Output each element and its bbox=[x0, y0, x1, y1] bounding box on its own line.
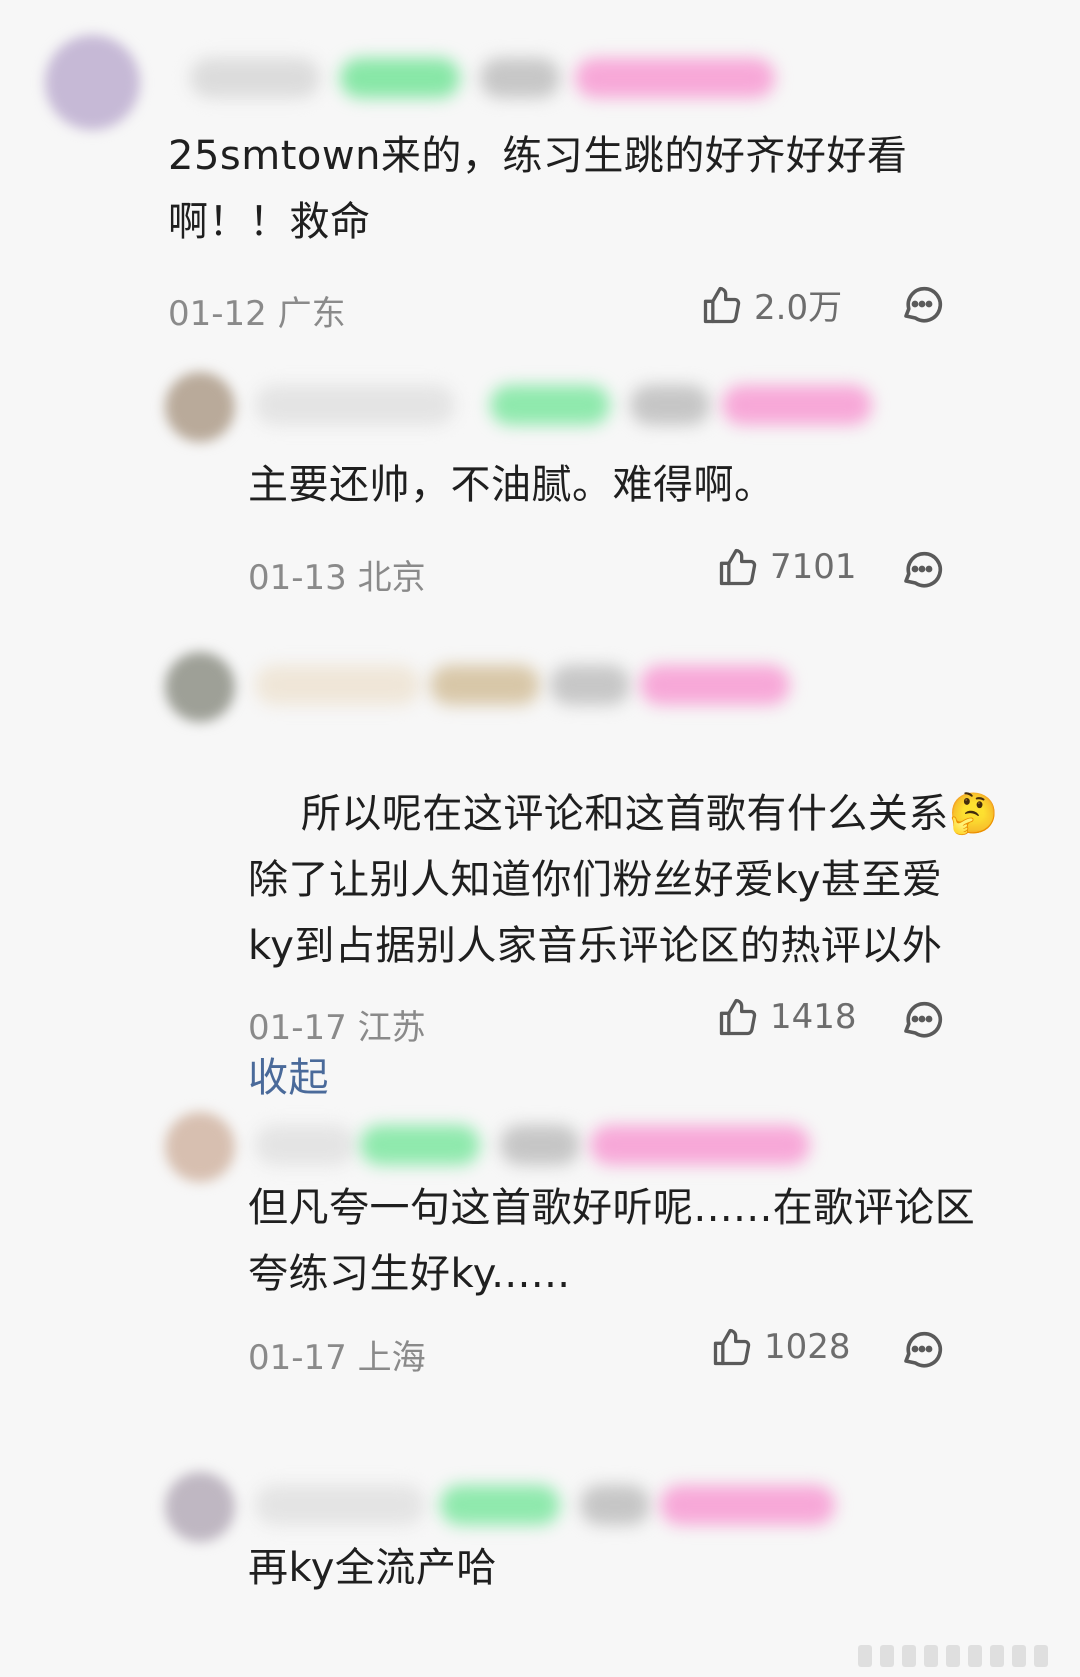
comment-region: 北京 bbox=[357, 558, 426, 598]
chat-bubble-icon bbox=[898, 280, 946, 328]
thumbs-up-icon bbox=[700, 283, 744, 327]
comment-item: 但凡夸一句这首歌好听呢......在歌评论区 夸练习生好ky...... 01-… bbox=[0, 1080, 1080, 1440]
like-button[interactable]: 1028 bbox=[710, 1325, 851, 1369]
badge-redacted bbox=[490, 385, 610, 425]
comment-region: 广东 bbox=[277, 294, 346, 334]
thumbs-up-icon bbox=[716, 995, 760, 1039]
comment-text: 主要还帅，不油腻。难得啊。 bbox=[248, 462, 775, 508]
badge-redacted bbox=[580, 1485, 650, 1525]
comment-meta: 01-17 上海 bbox=[248, 1330, 426, 1379]
comment-region: 上海 bbox=[357, 1338, 426, 1378]
like-button[interactable]: 1418 bbox=[716, 995, 857, 1039]
username-redacted bbox=[190, 58, 320, 98]
like-count: 1028 bbox=[764, 1327, 851, 1367]
badge-redacted bbox=[340, 58, 460, 98]
like-count: 1418 bbox=[770, 997, 857, 1037]
like-button[interactable]: 7101 bbox=[716, 545, 857, 589]
avatar[interactable] bbox=[165, 1472, 235, 1542]
comment-date: 01-12 bbox=[168, 294, 267, 334]
comment-meta: 01-17 江苏 bbox=[248, 1000, 426, 1049]
reply-button[interactable] bbox=[898, 995, 946, 1043]
username-redacted bbox=[255, 1125, 355, 1165]
like-count: 2.0万 bbox=[754, 288, 843, 328]
reply-button[interactable] bbox=[898, 280, 946, 328]
username-redacted bbox=[255, 665, 420, 705]
comment-date: 01-17 bbox=[248, 1008, 347, 1048]
avatar[interactable] bbox=[165, 652, 235, 722]
reply-button[interactable] bbox=[898, 1325, 946, 1373]
comment-date: 01-17 bbox=[248, 1338, 347, 1378]
comment-text: 但凡夸一句这首歌好听呢......在歌评论区 夸练习生好ky...... bbox=[248, 1185, 976, 1297]
badge-redacted bbox=[630, 385, 710, 425]
thumbs-up-icon bbox=[710, 1325, 754, 1369]
badge-redacted bbox=[640, 665, 790, 705]
username-redacted bbox=[255, 385, 455, 425]
badge-redacted bbox=[480, 58, 560, 98]
chat-bubble-icon bbox=[898, 995, 946, 1043]
reply-button[interactable] bbox=[898, 545, 946, 593]
thumbs-up-icon bbox=[716, 545, 760, 589]
comment-item: 主要还帅，不油腻。难得啊。 01-13 北京 7101 bbox=[0, 340, 1080, 620]
comment-item: 再ky全流产哈 bbox=[0, 1440, 1080, 1677]
comment-meta: 01-13 北京 bbox=[248, 550, 426, 599]
badge-redacted bbox=[590, 1125, 810, 1165]
like-button[interactable]: 2.0万 bbox=[700, 280, 842, 329]
avatar[interactable] bbox=[165, 372, 235, 442]
badge-redacted bbox=[722, 385, 872, 425]
badge-redacted bbox=[575, 58, 775, 98]
badge-redacted bbox=[660, 1485, 835, 1525]
chat-bubble-icon bbox=[898, 545, 946, 593]
bottom-scroll-indicator bbox=[858, 1645, 1068, 1667]
badge-redacted bbox=[500, 1125, 580, 1165]
comment-text: 再ky全流产哈 bbox=[248, 1545, 497, 1591]
username-redacted bbox=[255, 1485, 425, 1525]
comment-item: 所以呢在这评论和这首歌有什么关系🤔 除了让别人知道你们粉丝好爱ky甚至爱 ky到… bbox=[0, 620, 1080, 1101]
badge-redacted bbox=[550, 665, 630, 705]
like-count: 7101 bbox=[770, 547, 857, 587]
comment-region: 江苏 bbox=[357, 1008, 426, 1048]
comment-body: 所以呢在这评论和这首歌有什么关系🤔 除了让别人知道你们粉丝好爱ky甚至爱 ky到… bbox=[248, 791, 1000, 969]
avatar[interactable] bbox=[45, 35, 140, 130]
comment-text: 25smtown来的，练习生跳的好齐好好看 啊！！救命 bbox=[168, 133, 908, 245]
badge-redacted bbox=[360, 1125, 480, 1165]
badge-redacted bbox=[430, 665, 540, 705]
badge-redacted bbox=[440, 1485, 560, 1525]
avatar[interactable] bbox=[165, 1112, 235, 1182]
comment-date: 01-13 bbox=[248, 558, 347, 598]
comment-meta: 01-12 广东 bbox=[168, 286, 346, 335]
chat-bubble-icon bbox=[898, 1325, 946, 1373]
comment-item: 25smtown来的，练习生跳的好齐好好看 啊！！救命 01-12 广东 2.0… bbox=[0, 0, 1080, 340]
